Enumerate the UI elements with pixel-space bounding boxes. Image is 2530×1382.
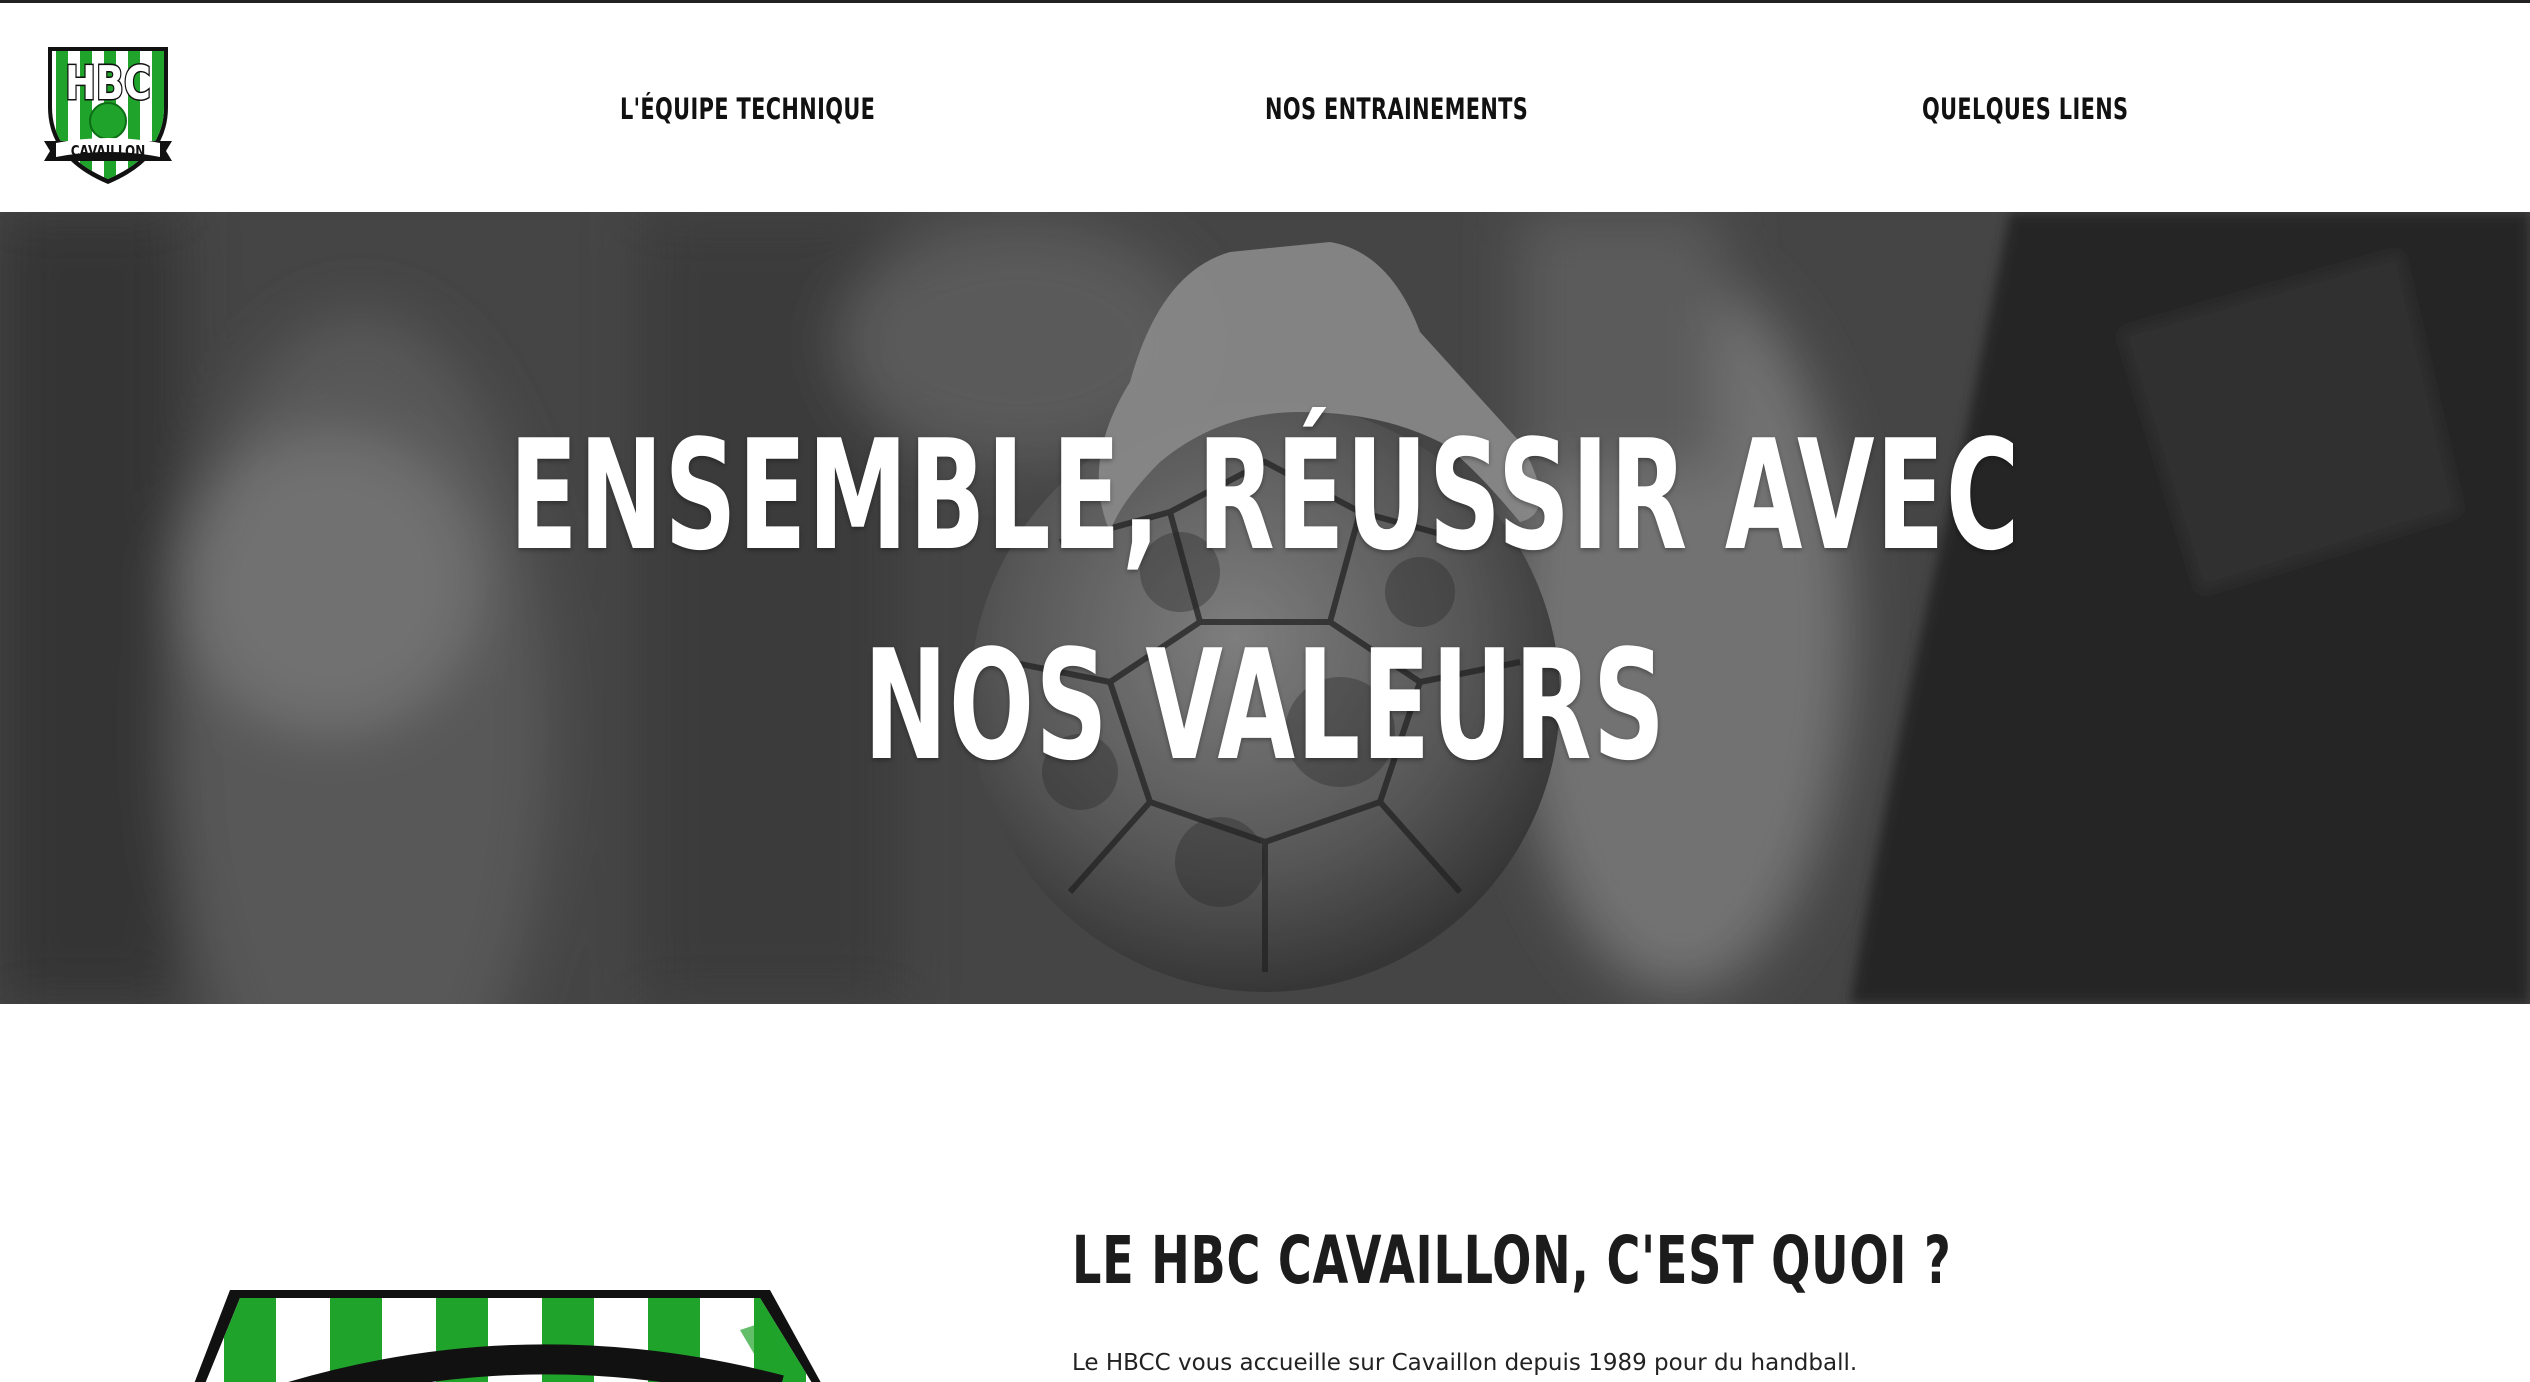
- hero-title-line-2: NOS VALEURS: [863, 617, 1667, 794]
- hbc-cavaillon-large-logo-icon: [194, 1290, 821, 1382]
- handball-photo-icon: [0, 212, 2530, 1004]
- hero-title-line-1: ENSEMBLE, RÉUSSIR AVEC: [509, 407, 2021, 584]
- about-logo: [180, 1290, 840, 1382]
- nav-link-equipe-technique[interactable]: L'ÉQUIPE TECHNIQUE: [620, 87, 875, 131]
- nav-link-entrainements[interactable]: NOS ENTRAINEMENTS: [1265, 87, 1528, 131]
- about-title: LE HBC CAVAILLON, C'EST QUOI ?: [1072, 1222, 1952, 1299]
- svg-text:HBC: HBC: [65, 56, 151, 110]
- about-description: Le HBCC vous accueille sur Cavaillon dep…: [1072, 1350, 1858, 1376]
- hbc-cavaillon-logo-icon: HBC CAVAILLON: [44, 47, 172, 184]
- site-header: HBC CAVAILLON L'ÉQUIPE TECHNIQUE NOS ENT…: [0, 3, 2530, 212]
- hero-banner: ENSEMBLE, RÉUSSIR AVEC NOS VALEURS: [0, 212, 2530, 1004]
- nav-link-quelques-liens[interactable]: QUELQUES LIENS: [1922, 87, 2128, 131]
- svg-text:CAVAILLON: CAVAILLON: [71, 143, 146, 161]
- club-logo-link[interactable]: HBC CAVAILLON: [42, 37, 174, 185]
